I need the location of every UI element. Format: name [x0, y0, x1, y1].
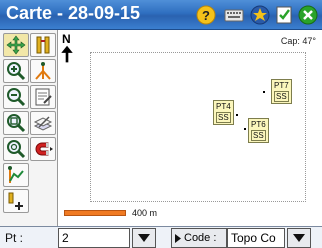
- help-icon[interactable]: ?: [196, 5, 216, 25]
- chevron-down-icon: [138, 234, 150, 242]
- point-field-label: Pt :: [5, 231, 24, 245]
- point-code: SS: [251, 130, 266, 141]
- heading-readout: Cap: 47°: [280, 36, 316, 46]
- add-point-icon[interactable]: [3, 189, 29, 213]
- zoom-in-icon[interactable]: [3, 59, 29, 83]
- title-bar: Carte - 28-09-15 ?: [0, 0, 322, 30]
- point-label-pt4[interactable]: PT4 SS: [213, 100, 234, 125]
- survey-pole-icon[interactable]: [30, 33, 56, 57]
- chevron-down-icon: [293, 234, 305, 242]
- scale-bar: [64, 210, 126, 216]
- point-marker[interactable]: [244, 128, 246, 130]
- close-icon[interactable]: [298, 5, 318, 25]
- point-marker[interactable]: [236, 114, 238, 116]
- code-field[interactable]: Topo Co: [227, 228, 285, 248]
- code-dropdown-button[interactable]: [287, 228, 311, 248]
- stakeout-icon[interactable]: [30, 59, 56, 83]
- point-code: SS: [216, 112, 231, 123]
- window-title: Carte - 28-09-15: [6, 3, 141, 23]
- point-label-pt6[interactable]: PT6 SS: [248, 118, 269, 143]
- point-name: PT4: [216, 102, 231, 111]
- bottom-bar: Pt : 2 Code : Topo Co: [0, 226, 322, 248]
- pan-icon[interactable]: [3, 33, 29, 57]
- profile-icon[interactable]: [3, 163, 29, 187]
- svg-text:?: ?: [202, 8, 210, 23]
- keyboard-icon[interactable]: [224, 5, 244, 25]
- map-extent-frame: [90, 52, 306, 202]
- point-number-field[interactable]: 2: [58, 228, 130, 248]
- code-button[interactable]: Code :: [171, 228, 227, 248]
- point-name: PT7: [274, 81, 289, 90]
- star-icon[interactable]: [250, 5, 270, 25]
- point-marker[interactable]: [263, 91, 265, 93]
- point-name: PT6: [251, 120, 266, 129]
- code-button-label: Code :: [184, 232, 217, 244]
- point-dropdown-button[interactable]: [132, 228, 156, 248]
- point-label-pt7[interactable]: PT7 SS: [271, 79, 292, 104]
- map-toolbar: [0, 30, 58, 228]
- point-code: SS: [274, 91, 289, 102]
- zoom-out-icon[interactable]: [3, 85, 29, 109]
- map-canvas[interactable]: N 🠅 Cap: 47° PT7 SS PT4 SS PT6 SS 400 m: [58, 30, 322, 226]
- zoom-extents-icon[interactable]: [3, 137, 29, 161]
- layers-icon[interactable]: [30, 111, 56, 135]
- north-arrow: N 🠅: [61, 33, 74, 67]
- play-arrow-icon: [175, 233, 181, 243]
- zoom-window-icon[interactable]: [3, 111, 29, 135]
- scale-label: 400 m: [132, 208, 158, 218]
- magnet-icon[interactable]: [30, 137, 56, 161]
- checklist-icon[interactable]: [274, 5, 294, 25]
- notes-icon[interactable]: [30, 85, 56, 109]
- north-arrow-icon: 🠅: [61, 42, 74, 67]
